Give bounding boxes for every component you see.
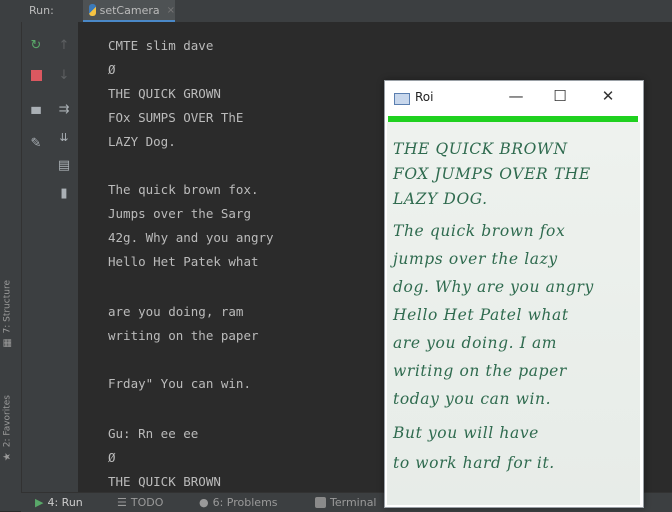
console-line: Ø	[108, 62, 116, 77]
handwriting-line: THE QUICK BROWN	[393, 140, 568, 158]
maximize-icon[interactable]: ☐	[549, 85, 571, 107]
python-icon	[89, 4, 96, 16]
console-line: Ø	[108, 450, 116, 465]
run-toolbar-left: ↻ ▀ ✎	[22, 22, 50, 492]
console-line: The quick brown fox.	[108, 182, 259, 197]
minimize-icon[interactable]: —	[505, 85, 527, 107]
console-line: Hello Het Patek what	[108, 254, 259, 269]
handwriting-line: FOX JUMPS OVER THE	[393, 165, 591, 183]
problems-icon: ●	[199, 496, 209, 509]
run-icon: ▶	[35, 496, 44, 509]
console-line: Gu: Rn ee ee	[108, 426, 199, 441]
console-line: THE QUICK GROWN	[108, 86, 221, 101]
console-line: Frday" You can win.	[108, 376, 251, 391]
run-toolbar-right: ↑ ↓ ⇉ ⇊ ▤ ▮	[50, 22, 78, 492]
terminal-icon	[315, 497, 326, 508]
soft-wrap-icon[interactable]: ⇉	[56, 102, 72, 118]
list-icon: ☰	[117, 496, 127, 509]
console-line: CMTE slim dave	[108, 38, 214, 53]
handwriting-line: Hello Het Patel what	[393, 306, 569, 324]
roi-image: THE QUICK BROWN FOX JUMPS OVER THE LAZY …	[387, 122, 640, 505]
up-arrow-icon[interactable]: ↑	[56, 38, 72, 54]
structure-tab[interactable]: ▦ 7: Structure	[2, 280, 13, 349]
structure-icon: ▦	[2, 337, 13, 349]
favorites-tab-label: 2: Favorites	[2, 395, 13, 448]
left-tool-strip: ▦ 7: Structure ★ 2: Favorites	[0, 0, 22, 511]
todo-tool-tab-label: TODO	[130, 496, 164, 509]
handwriting-line: jumps over the lazy	[393, 250, 558, 268]
roi-titlebar[interactable]: Roi — ☐ ✕	[385, 81, 643, 113]
run-config-tab-title: setCamera	[99, 3, 160, 17]
run-toolbar-header: Run: setCamera ×	[21, 0, 672, 23]
handwriting-line: LAZY DOG.	[393, 190, 488, 208]
stop-icon[interactable]	[28, 68, 44, 84]
handwriting-line: to work hard for it.	[393, 454, 555, 472]
terminal-tool-tab-label: Terminal	[330, 496, 377, 509]
run-config-tab[interactable]: setCamera ×	[83, 0, 175, 22]
handwriting-line: The quick brown fox	[393, 222, 566, 240]
structure-tab-label: 7: Structure	[2, 280, 13, 334]
terminal-tool-tab[interactable]: Terminal	[315, 496, 377, 509]
print-icon[interactable]: ▤	[56, 158, 72, 174]
handwriting-line: are you doing. I am	[393, 334, 558, 352]
console-line: are you doing, ram	[108, 304, 244, 319]
problems-tool-tab-label: 6: Problems	[212, 496, 278, 509]
console-line: FOx SUMPS OVER ThE	[108, 110, 244, 125]
run-label: Run:	[29, 4, 54, 17]
scroll-to-end-icon[interactable]: ⇊	[56, 130, 72, 146]
todo-tool-tab[interactable]: ☰ TODO	[117, 496, 163, 509]
favorites-tab[interactable]: ★ 2: Favorites	[2, 395, 13, 462]
handwriting-line: today you can win.	[393, 390, 552, 408]
problems-tool-tab[interactable]: ● 6: Problems	[199, 496, 278, 509]
console-line: Jumps over the Sarg	[108, 206, 251, 221]
trash-icon[interactable]: ▮	[56, 186, 72, 202]
handwriting-line: But you will have	[393, 424, 539, 442]
rerun-icon[interactable]: ↻	[28, 38, 44, 54]
roi-window[interactable]: Roi — ☐ ✕ THE QUICK BROWN FOX JUMPS OVER…	[384, 80, 644, 508]
run-tool-tab[interactable]: ▶ 4: Run	[35, 496, 83, 509]
down-arrow-icon[interactable]: ↓	[56, 68, 72, 84]
handwriting-line: writing on the paper	[393, 362, 567, 380]
run-tool-tab-label: 4: Run	[47, 496, 83, 509]
console-line: writing on the paper	[108, 328, 259, 343]
console-line: THE QUICK BROWN	[108, 474, 221, 489]
star-icon: ★	[2, 451, 13, 463]
window-app-icon	[394, 93, 410, 105]
roi-window-title: Roi	[415, 90, 434, 104]
close-icon[interactable]: ✕	[597, 85, 619, 107]
console-line: 42g. Why and you angry	[108, 230, 274, 245]
handwriting-line: dog. Why are you angry	[393, 278, 594, 296]
layout-icon[interactable]: ▀	[28, 106, 44, 122]
console-line: LAZY Dog.	[108, 134, 176, 149]
close-tab-icon[interactable]: ×	[167, 5, 175, 16]
pin-icon[interactable]: ✎	[28, 136, 44, 152]
